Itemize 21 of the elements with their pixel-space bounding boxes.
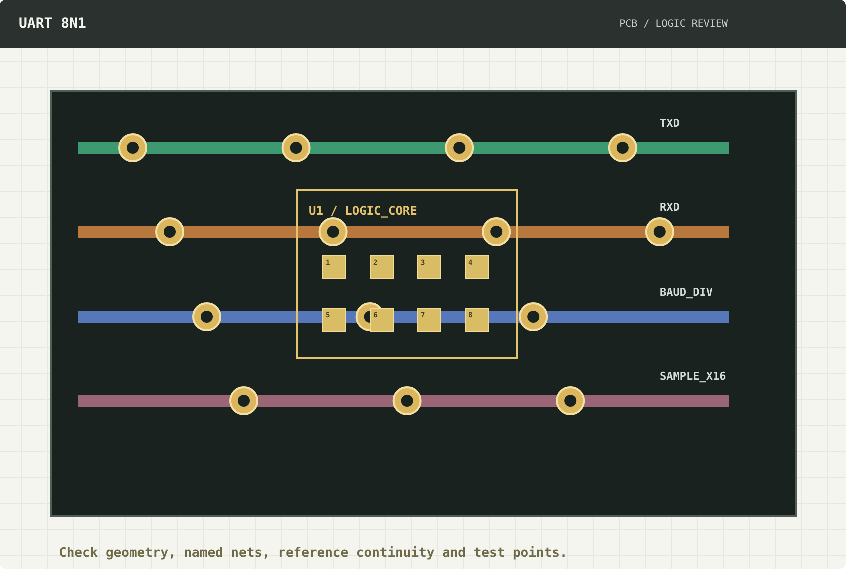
net-label: TXD	[660, 117, 680, 130]
component-label: U1 / LOGIC_CORE	[309, 204, 418, 218]
via	[645, 218, 674, 246]
via	[192, 302, 222, 332]
via	[556, 386, 586, 416]
net-label: RXD	[660, 201, 680, 214]
app-title: UART 8N1	[19, 14, 86, 34]
via	[519, 302, 548, 332]
via	[230, 386, 258, 416]
header-subtitle: PCB / LOGIC REVIEW	[620, 18, 728, 32]
via	[482, 218, 512, 246]
via	[392, 386, 422, 416]
net-label: BAUD_DIV	[660, 286, 713, 299]
via	[118, 134, 148, 162]
via	[282, 134, 311, 162]
via	[156, 218, 184, 246]
via	[608, 134, 638, 162]
via	[445, 134, 474, 162]
net-label: SAMPLE_X16	[660, 370, 726, 383]
caption: Check geometry, named nets, reference continuity and test points.	[59, 545, 569, 563]
via	[318, 218, 348, 246]
